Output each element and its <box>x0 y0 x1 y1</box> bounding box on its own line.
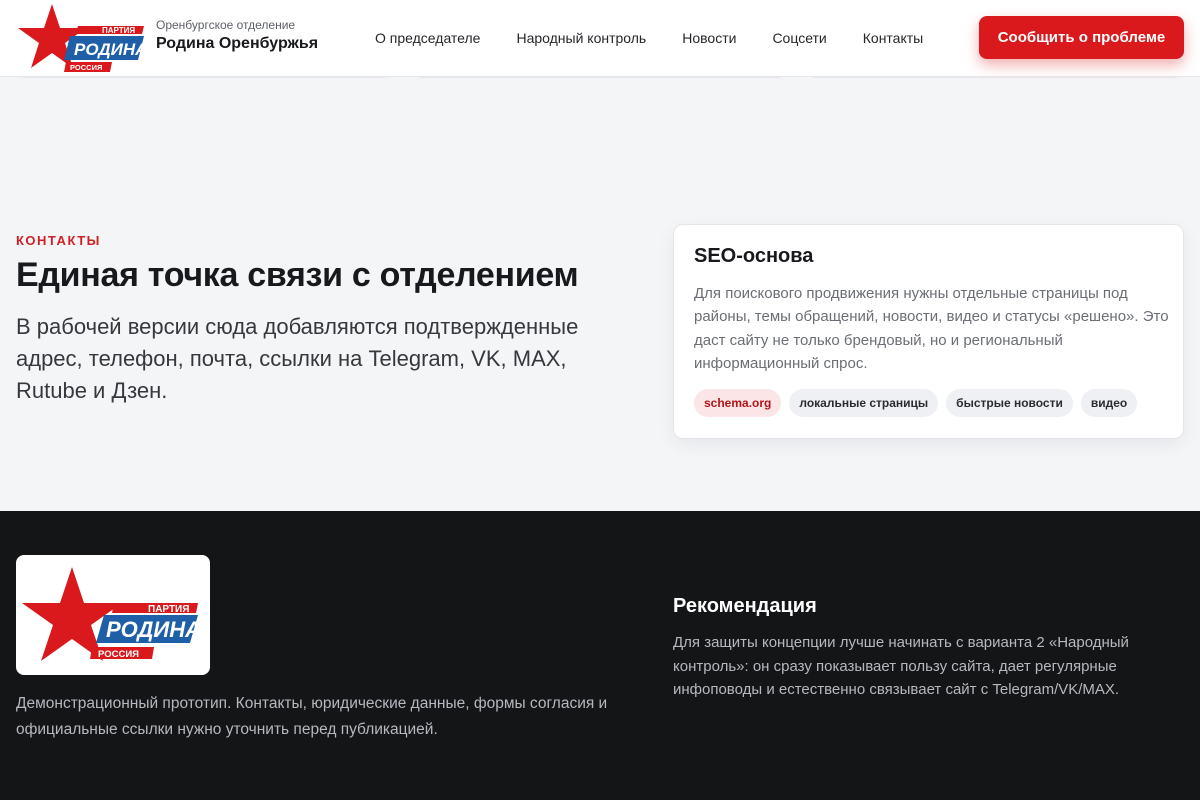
logo-name-text: РОДИНА <box>74 40 144 59</box>
seo-card-text: Для поискового продвижения нужны отдельн… <box>694 285 1169 372</box>
recommendation-title: Рекомендация <box>673 595 817 617</box>
footer-disclaimer: Демонстрационный прототип. Контакты, юри… <box>16 695 608 738</box>
tag-list: schema.org локальные страницы быстрые но… <box>694 389 1163 418</box>
logo-name-text: РОДИНА <box>106 617 201 642</box>
nav-link-news[interactable]: Новости <box>664 30 754 46</box>
site-footer: ПАРТИЯ РОДИНА РОССИЯ Демонстрационный пр… <box>0 511 1200 800</box>
section-kicker: КОНТАКТЫ <box>16 233 101 248</box>
party-logo[interactable]: ПАРТИЯ РОДИНА РОССИЯ <box>16 0 144 76</box>
seo-card-title: SEO-основа <box>694 245 814 267</box>
tag-local-pages: локальные страницы <box>789 389 939 418</box>
site-header: ПАРТИЯ РОДИНА РОССИЯ Оренбургское отделе… <box>0 0 1200 76</box>
nav-link-contacts[interactable]: Контакты <box>845 30 941 46</box>
nav-link-social[interactable]: Соцсети <box>754 30 844 46</box>
seo-card: SEO-основа Для поискового продвижения ну… <box>673 224 1184 439</box>
brand-text: Оренбургское отделение Родина Оренбуржья <box>156 18 318 53</box>
logo-party-text: ПАРТИЯ <box>102 26 135 35</box>
footer-logo[interactable]: ПАРТИЯ РОДИНА РОССИЯ <box>16 555 210 675</box>
brand-subtitle: Оренбургское отделение <box>156 17 296 32</box>
nav-link-control[interactable]: Народный контроль <box>498 30 664 46</box>
brand-name: Родина Оренбуржья <box>156 34 319 52</box>
logo-country-text: РОССИЯ <box>70 63 102 72</box>
logo-star-icon <box>22 567 122 661</box>
section-lead: В рабочей версии сюда добавляются подтве… <box>16 314 579 403</box>
tag-fast-news: быстрые новости <box>946 389 1073 418</box>
brand[interactable]: ПАРТИЯ РОДИНА РОССИЯ Оренбургское отделе… <box>16 0 318 76</box>
report-problem-button[interactable]: Сообщить о проблеме <box>979 16 1184 59</box>
party-logo: ПАРТИЯ РОДИНА РОССИЯ <box>22 567 201 661</box>
nav-link-chairman[interactable]: О председателе <box>357 30 498 46</box>
section-title: Единая точка связи с отделением <box>16 256 579 294</box>
logo-party-text: ПАРТИЯ <box>148 604 189 615</box>
main-nav: О председателе Народный контроль Новости… <box>357 0 941 76</box>
tag-schema: schema.org <box>694 389 782 418</box>
logo-country-text: РОССИЯ <box>98 649 139 660</box>
recommendation-text: Для защиты концепции лучше начинать с ва… <box>673 634 1129 698</box>
tag-video: видео <box>1080 389 1138 418</box>
